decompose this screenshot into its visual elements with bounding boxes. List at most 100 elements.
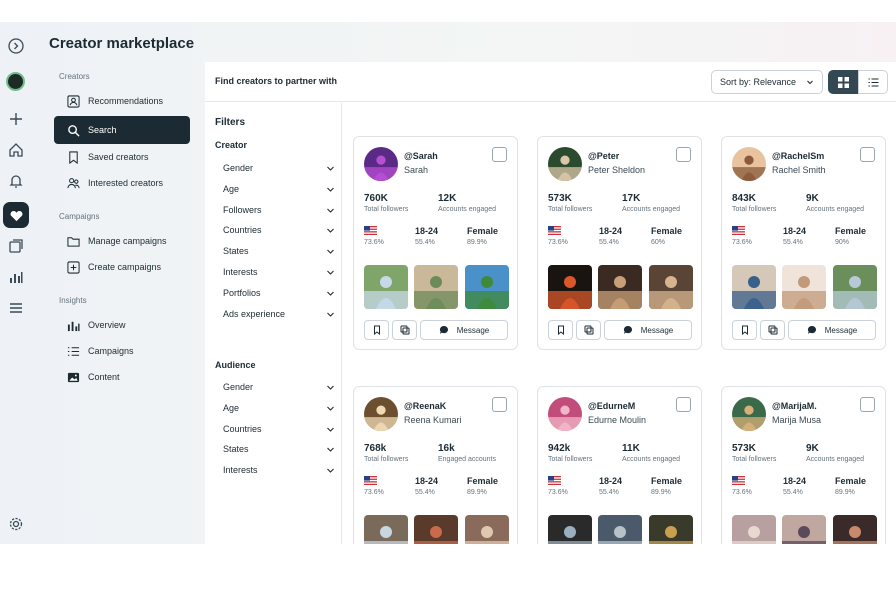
creator-handle[interactable]: @MarijaM. bbox=[772, 401, 817, 411]
filters-title: Filters bbox=[215, 117, 246, 128]
chevron-down-icon bbox=[327, 385, 334, 390]
grid-view-button[interactable] bbox=[828, 70, 858, 94]
nav-item-create-campaigns[interactable]: Create campaigns bbox=[54, 254, 190, 280]
creator-avatar[interactable] bbox=[732, 397, 766, 431]
creator-avatar[interactable] bbox=[548, 397, 582, 431]
filter-audience-row[interactable]: States bbox=[223, 439, 335, 459]
content-thumbnail[interactable] bbox=[465, 265, 509, 309]
filter-creator-row[interactable]: States bbox=[223, 241, 335, 261]
content-thumbnail[interactable] bbox=[732, 265, 776, 309]
home-icon[interactable] bbox=[6, 140, 26, 160]
add-to-campaign-button[interactable] bbox=[392, 320, 417, 340]
chevron-down-icon bbox=[327, 249, 334, 254]
account-avatar[interactable] bbox=[6, 72, 25, 91]
nav-item-label: Create campaigns bbox=[88, 262, 162, 272]
save-button[interactable] bbox=[732, 320, 757, 340]
content-thumbnail[interactable] bbox=[548, 265, 592, 309]
creator-card[interactable]: @MarijaM. Marija Musa 573K Total followers 9… bbox=[721, 386, 886, 544]
bell-icon[interactable] bbox=[6, 171, 26, 191]
creators-nav-icon[interactable] bbox=[3, 202, 29, 228]
creator-handle[interactable]: @ReenaK bbox=[404, 401, 446, 411]
nav-item-interested-creators[interactable]: Interested creators bbox=[54, 170, 190, 196]
content-thumbnail[interactable] bbox=[598, 515, 642, 544]
creator-card[interactable]: @ReenaK Reena Kumari 768k Total followers 16… bbox=[353, 386, 518, 544]
save-button[interactable] bbox=[548, 320, 573, 340]
content-thumbnail[interactable] bbox=[782, 515, 826, 544]
select-checkbox[interactable] bbox=[676, 397, 691, 412]
filter-creator-row[interactable]: Gender bbox=[223, 158, 335, 178]
add-to-campaign-button[interactable] bbox=[760, 320, 785, 340]
nav-item-search[interactable]: Search bbox=[54, 116, 190, 144]
chevron-down-icon bbox=[327, 187, 334, 192]
message-button[interactable]: Message bbox=[604, 320, 692, 340]
filter-creator-row[interactable]: Interests bbox=[223, 262, 335, 282]
nav-item-campaigns[interactable]: Campaigns bbox=[54, 338, 190, 364]
content-thumbnail[interactable] bbox=[414, 515, 458, 544]
followers-count: 573K bbox=[548, 193, 572, 204]
message-button[interactable]: Message bbox=[420, 320, 508, 340]
creator-handle[interactable]: @EdurneM bbox=[588, 401, 635, 411]
pages-icon[interactable] bbox=[6, 236, 26, 256]
select-checkbox[interactable] bbox=[860, 147, 875, 162]
filter-creator-row[interactable]: Followers bbox=[223, 200, 335, 220]
creator-avatar[interactable] bbox=[364, 397, 398, 431]
main-header: Find creators to partner with Sort by: R… bbox=[205, 62, 896, 102]
add-to-campaign-button[interactable] bbox=[576, 320, 601, 340]
chat-bubble-icon bbox=[623, 325, 632, 334]
content-thumbnail[interactable] bbox=[649, 515, 693, 544]
nav-section-label: Creators bbox=[59, 72, 90, 81]
content-thumbnail[interactable] bbox=[364, 515, 408, 544]
content-thumbnail[interactable] bbox=[782, 265, 826, 309]
content-thumbnail[interactable] bbox=[465, 515, 509, 544]
list-view-button[interactable] bbox=[858, 70, 888, 94]
nav-item-recommendations[interactable]: Recommendations bbox=[54, 88, 190, 114]
nav-section-label: Insights bbox=[59, 296, 87, 305]
content-thumbnail[interactable] bbox=[548, 515, 592, 544]
creator-avatar[interactable] bbox=[548, 147, 582, 181]
content-thumbnail[interactable] bbox=[833, 265, 877, 309]
us-flag-icon bbox=[732, 476, 745, 485]
save-button[interactable] bbox=[364, 320, 389, 340]
content-thumbnail[interactable] bbox=[364, 265, 408, 309]
select-checkbox[interactable] bbox=[492, 147, 507, 162]
collapse-icon[interactable] bbox=[6, 36, 26, 56]
select-checkbox[interactable] bbox=[492, 397, 507, 412]
filter-audience-row[interactable]: Countries bbox=[223, 419, 335, 439]
filter-creator-row[interactable]: Portfolios bbox=[223, 283, 335, 303]
analytics-icon[interactable] bbox=[6, 267, 26, 287]
creator-avatar[interactable] bbox=[732, 147, 766, 181]
filter-audience-row[interactable]: Age bbox=[223, 398, 335, 418]
message-button[interactable]: Message bbox=[788, 320, 876, 340]
filter-creator-row[interactable]: Age bbox=[223, 179, 335, 199]
chevron-down-icon bbox=[327, 208, 334, 213]
engaged-label: Accounts engaged bbox=[438, 206, 496, 213]
creator-handle[interactable]: @Peter bbox=[588, 151, 619, 161]
filter-audience-row[interactable]: Interests bbox=[223, 460, 335, 480]
creator-card[interactable]: @EdurneM Edurne Moulin 942k Total followers… bbox=[537, 386, 702, 544]
content-thumbnail[interactable] bbox=[833, 515, 877, 544]
nav-item-content[interactable]: Content bbox=[54, 364, 190, 390]
creator-card[interactable]: @Peter Peter Sheldon 573K Total followers 17… bbox=[537, 136, 702, 350]
select-checkbox[interactable] bbox=[860, 397, 875, 412]
nav-item-manage-campaigns[interactable]: Manage campaigns bbox=[54, 228, 190, 254]
audience-gender-pct: 90% bbox=[835, 239, 850, 246]
creator-card[interactable]: @Sarah Sarah 760K Total followers 12K Account… bbox=[353, 136, 518, 350]
filter-audience-row[interactable]: Gender bbox=[223, 377, 335, 397]
creator-handle[interactable]: @RachelSm bbox=[772, 151, 824, 161]
content-thumbnail[interactable] bbox=[598, 265, 642, 309]
sort-dropdown[interactable]: Sort by: Relevance bbox=[711, 70, 823, 94]
content-thumbnail[interactable] bbox=[414, 265, 458, 309]
creator-avatar[interactable] bbox=[364, 147, 398, 181]
creator-card[interactable]: @RachelSm Rachel Smith 843K Total followers… bbox=[721, 136, 886, 350]
filter-creator-row[interactable]: Countries bbox=[223, 220, 335, 240]
nav-item-saved-creators[interactable]: Saved creators bbox=[54, 144, 190, 170]
content-thumbnail[interactable] bbox=[732, 515, 776, 544]
settings-icon[interactable] bbox=[6, 514, 26, 534]
menu-icon[interactable] bbox=[6, 298, 26, 318]
content-thumbnail[interactable] bbox=[649, 265, 693, 309]
creator-handle[interactable]: @Sarah bbox=[404, 151, 438, 161]
filter-creator-row[interactable]: Ads experience bbox=[223, 304, 335, 324]
nav-item-overview[interactable]: Overview bbox=[54, 312, 190, 338]
select-checkbox[interactable] bbox=[676, 147, 691, 162]
plus-icon[interactable] bbox=[6, 109, 26, 129]
